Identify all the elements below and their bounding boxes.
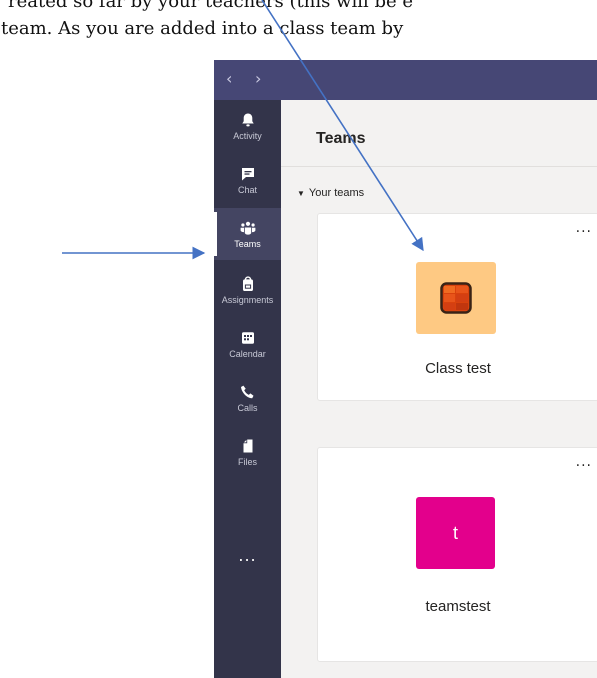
chat-icon	[241, 167, 254, 180]
rail-label: Teams	[234, 238, 261, 249]
team-name: Class test	[425, 360, 491, 377]
section-label: Your teams	[308, 187, 365, 199]
document-text-line-2: team. As you are added into a class team…	[1, 18, 404, 39]
rail-label: Calendar	[229, 348, 266, 359]
document-text-line-1: reated so far by your teachers (this wil…	[8, 0, 413, 12]
phone-icon	[240, 385, 253, 398]
rail-label: Activity	[233, 130, 262, 141]
rail-item-files[interactable]: Files	[214, 426, 281, 478]
rail-label: Calls	[237, 402, 258, 413]
page-title: Teams	[316, 130, 366, 147]
teams-app-screenshot: ‹ › Activity Chat Teams Assignments Cale…	[214, 60, 597, 678]
rail-item-calendar[interactable]: Calendar	[214, 318, 281, 370]
rail-label: Files	[237, 456, 257, 467]
avatar-initial: t	[452, 522, 458, 543]
file-icon	[243, 439, 252, 452]
your-teams-section-toggle[interactable]: ▼ Your teams	[297, 187, 364, 199]
rail-label: Assignments	[221, 294, 274, 305]
rail-item-teams[interactable]: Teams	[214, 208, 281, 260]
rail-item-calls[interactable]: Calls	[214, 372, 281, 424]
teams-icon	[240, 221, 255, 235]
team-card-teamstest[interactable]: ... t teamstest	[317, 447, 597, 662]
bell-icon	[241, 113, 254, 126]
app-bar: Activity Chat Teams Assignments Calendar…	[214, 100, 281, 678]
more-options-icon[interactable]: ...	[576, 454, 592, 470]
more-options-icon[interactable]: ...	[576, 220, 592, 236]
caret-down-icon: ▼	[297, 189, 305, 198]
more-apps-icon[interactable]: ...	[214, 546, 281, 565]
team-avatar	[416, 262, 496, 334]
rail-item-chat[interactable]: Chat	[214, 154, 281, 206]
team-card-class-test[interactable]: ... Class test	[317, 213, 597, 401]
forward-arrow-icon[interactable]: ›	[255, 69, 261, 88]
rail-item-assignments[interactable]: Assignments	[214, 264, 281, 316]
page-header: Teams	[281, 100, 597, 167]
title-bar: ‹ ›	[214, 60, 597, 100]
rail-label: Chat	[237, 184, 257, 195]
assignments-icon	[242, 275, 253, 291]
team-name: teamstest	[425, 598, 491, 615]
class-notebook-icon	[440, 282, 472, 314]
calendar-icon	[241, 331, 254, 344]
team-avatar: t	[416, 497, 495, 569]
rail-item-activity[interactable]: Activity	[214, 100, 281, 152]
back-arrow-icon[interactable]: ‹	[226, 69, 232, 88]
